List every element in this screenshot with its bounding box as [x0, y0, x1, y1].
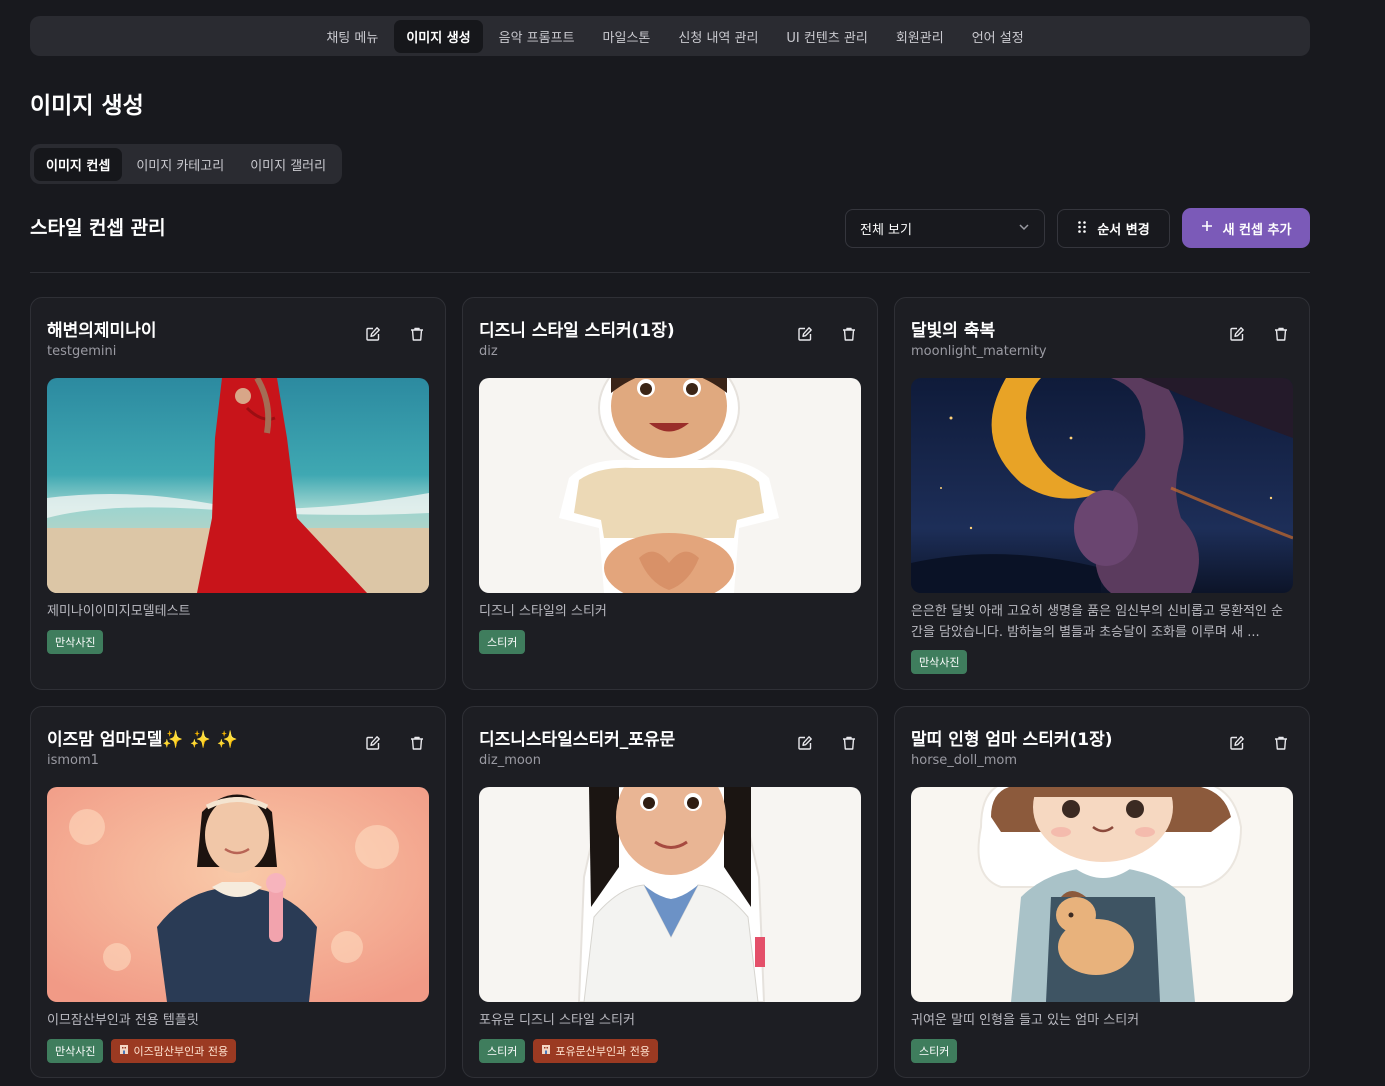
edit-icon[interactable]: [791, 733, 819, 753]
concept-card: 디즈니스타일스티커_포유문 diz_moon 포유문 디즈니 스타일 스티커 스…: [462, 706, 878, 1078]
grip-dots-icon: [1077, 220, 1087, 238]
nav-item-members[interactable]: 회원관리: [884, 20, 956, 53]
edit-icon[interactable]: [359, 733, 387, 753]
card-image: [47, 378, 429, 593]
hospital-tag-label: 포유문산부인과 전용: [555, 1045, 650, 1058]
tag-badge: 스티커: [479, 630, 526, 654]
nav-item-ui-content[interactable]: UI 컨텐츠 관리: [774, 20, 879, 53]
section-title: 스타일 컨셉 관리: [30, 217, 166, 239]
card-image: [479, 787, 861, 1002]
tag-badge: 만삭사진: [47, 1039, 104, 1063]
card-title: 달빛의 축복: [911, 321, 996, 341]
card-slug: diz_moon: [479, 753, 541, 768]
tag-badge: 스티커: [911, 1039, 958, 1063]
concept-card: 달빛의 축복 moonlight_maternity 은은한 달빛 아래 고요히…: [894, 297, 1310, 690]
nav-item-chat-menu[interactable]: 채팅 메뉴: [314, 20, 390, 53]
nav-item-image-generation[interactable]: 이미지 생성: [394, 19, 483, 53]
chevron-down-icon: [1018, 221, 1030, 237]
card-slug: testgemini: [47, 344, 117, 359]
building-icon: [541, 1044, 551, 1058]
trash-icon[interactable]: [835, 733, 863, 753]
tag-badge: 만삭사진: [911, 650, 968, 674]
card-slug: horse_doll_mom: [911, 753, 1018, 768]
card-description: 은은한 달빛 아래 고요히 생명을 품은 임신부의 신비롭고 몽환적인 순간을 …: [911, 604, 1284, 640]
tab-image-category[interactable]: 이미지 카테고리: [124, 148, 236, 181]
card-description: 포유문 디즈니 스타일 스티커: [479, 1013, 635, 1028]
trash-icon[interactable]: [1267, 324, 1295, 344]
tag-badge: 만삭사진: [47, 630, 104, 654]
top-navigation: 채팅 메뉴 이미지 생성 음악 프롬프트 마일스톤 신청 내역 관리 UI 컨텐…: [30, 16, 1310, 56]
hospital-tag-badge: 이즈맘산부인과 전용: [111, 1039, 237, 1063]
card-title: 디즈니 스타일 스티커(1장): [479, 321, 675, 341]
filter-select-value: 전체 보기: [860, 223, 912, 238]
filter-select[interactable]: 전체 보기: [845, 209, 1045, 248]
card-description: 이므잠산부인과 전용 템플릿: [47, 1013, 199, 1028]
card-title: 이즈맘 엄마모델✨ ✨ ✨: [47, 730, 238, 750]
card-title: 해변의제미나이: [47, 321, 157, 341]
card-image: [911, 378, 1293, 593]
trash-icon[interactable]: [403, 324, 431, 344]
edit-icon[interactable]: [1223, 324, 1251, 344]
building-icon: [119, 1044, 129, 1058]
card-image: [47, 787, 429, 1002]
card-slug: diz: [479, 344, 498, 359]
add-concept-label: 새 컨셉 추가: [1222, 222, 1292, 238]
page-title: 이미지 생성: [30, 93, 144, 119]
section-divider: [30, 272, 1310, 273]
reorder-button[interactable]: 순서 변경: [1057, 209, 1170, 248]
card-title: 디즈니스타일스티커_포유문: [479, 730, 676, 750]
card-description: 제미나이이미지모델테스트: [47, 604, 191, 619]
card-description: 디즈니 스타일의 스티커: [479, 604, 607, 619]
edit-icon[interactable]: [791, 324, 819, 344]
reorder-button-label: 순서 변경: [1097, 223, 1150, 238]
plus-icon: [1201, 220, 1213, 236]
concept-card: 이즈맘 엄마모델✨ ✨ ✨ ismom1 이므잠산부인과 전용 템플릿 만삭사진…: [30, 706, 446, 1078]
trash-icon[interactable]: [835, 324, 863, 344]
tab-image-gallery[interactable]: 이미지 갤러리: [238, 148, 338, 181]
concept-card: 말띠 인형 엄마 스티커(1장) horse_doll_mom 귀여운 말띠 인…: [894, 706, 1310, 1078]
card-title: 말띠 인형 엄마 스티커(1장): [911, 730, 1113, 750]
tab-image-concept[interactable]: 이미지 컨셉: [34, 147, 123, 181]
card-image: [911, 787, 1293, 1002]
nav-item-language[interactable]: 언어 설정: [960, 20, 1036, 53]
card-description: 귀여운 말띠 인형을 들고 있는 엄마 스티커: [911, 1013, 1140, 1028]
edit-icon[interactable]: [359, 324, 387, 344]
add-concept-button[interactable]: 새 컨셉 추가: [1182, 208, 1310, 248]
nav-item-application-history[interactable]: 신청 내역 관리: [666, 20, 770, 53]
trash-icon[interactable]: [403, 733, 431, 753]
hospital-tag-label: 이즈맘산부인과 전용: [133, 1045, 229, 1058]
concept-card: 디즈니 스타일 스티커(1장) diz 디즈니 스타일의 스티커 스티커: [462, 297, 878, 690]
card-slug: ismom1: [47, 753, 99, 768]
nav-item-milestone[interactable]: 마일스톤: [591, 20, 663, 53]
concept-card: 해변의제미나이 testgemini 제미나이이미지모델테스트 만삭사진: [30, 297, 446, 690]
sub-tabs: 이미지 컨셉 이미지 카테고리 이미지 갤러리: [30, 144, 343, 184]
hospital-tag-badge: 포유문산부인과 전용: [533, 1039, 658, 1063]
nav-item-music-prompt[interactable]: 음악 프롬프트: [487, 20, 587, 53]
card-image: [479, 378, 861, 593]
tag-badge: 스티커: [479, 1039, 526, 1063]
trash-icon[interactable]: [1267, 733, 1295, 753]
card-slug: moonlight_maternity: [911, 344, 1047, 359]
edit-icon[interactable]: [1223, 733, 1251, 753]
